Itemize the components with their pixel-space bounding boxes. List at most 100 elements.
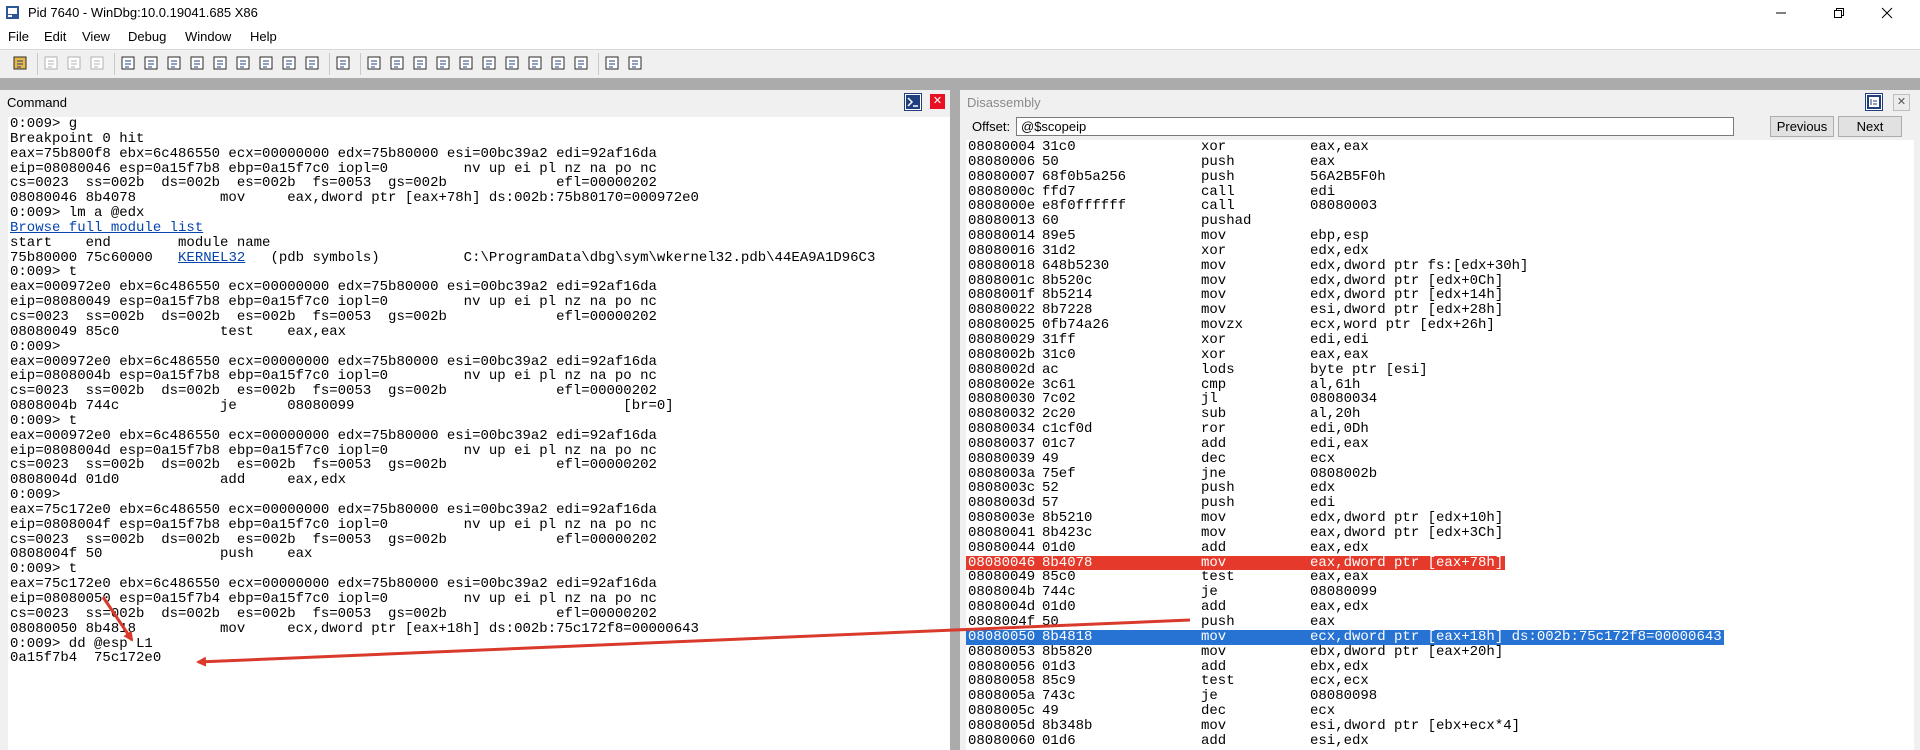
run-to-cursor-icon[interactable] (281, 55, 297, 71)
browse-module-list-link[interactable]: Browse full module list (10, 220, 203, 236)
disassembly-row[interactable]: 0808003e 8b5210 mov edx,dword ptr [edx+10h] (966, 511, 1914, 526)
disassembly-row[interactable]: 08080013 60 pushad (966, 214, 1914, 229)
disassembly-row[interactable]: 08080004 31c0 xor eax,eax (966, 140, 1914, 155)
previous-button[interactable]: Previous (1770, 116, 1834, 137)
menu-debug[interactable]: Debug (128, 29, 166, 44)
locals-window-icon[interactable] (389, 55, 405, 71)
source-mode-toggle-icon[interactable] (550, 55, 566, 71)
command-close-button[interactable]: ✕ (930, 94, 945, 109)
options-icon[interactable] (627, 55, 643, 71)
disassembly-row[interactable]: 08080039 49 dec ecx (966, 451, 1914, 467)
disassembly-row[interactable]: 0808000c ffd7 call edi (966, 184, 1914, 200)
disassembly-row[interactable]: 08080046 8b4078 mov eax,dword ptr [eax+78h] (966, 555, 1914, 571)
registers-window-icon[interactable] (412, 55, 428, 71)
disassembly-row[interactable]: 08080018 648b5230 mov edx,dword ptr fs:[edx… (966, 258, 1914, 274)
disassembly-row[interactable]: 0808002d ac lods byte ptr [esi] (966, 362, 1914, 378)
command-window-icon[interactable] (335, 55, 351, 71)
disassembly-row[interactable]: 08080007 68f0b5a256 push 56A2B5F0h (966, 168, 1914, 185)
disassembly-row[interactable]: 08080049 85c0 test eax,eax (966, 570, 1914, 585)
go-icon[interactable] (120, 55, 136, 71)
disassembly-row[interactable]: 08080006 50 push eax (966, 154, 1914, 170)
disassembly-row[interactable]: 0808004b 744c je 08080099 (966, 585, 1914, 600)
disassembly-row[interactable]: 0808003d 57 push edi (966, 496, 1914, 511)
disassembly-row[interactable]: 08080041 8b423c mov eax,dword ptr [edx+3Ch] (966, 526, 1914, 541)
disassembly-row[interactable]: 08080060 01d6 add esi,edx (966, 733, 1914, 749)
disassembly-row[interactable]: 0808002e 3c61 cmp al,61h (966, 377, 1914, 393)
disassembly-row[interactable]: 0808005c 49 dec ecx (966, 704, 1914, 719)
disassembly-row[interactable]: 08080050 8b4818 mov ecx,dword ptr [eax+18h]… (966, 629, 1914, 645)
watch-window-icon[interactable] (366, 55, 382, 71)
disassembly-row[interactable]: 08080053 8b5820 mov ebx,dword ptr [eax+20h] (966, 643, 1914, 660)
disassembly-address: 08080056 (968, 658, 1036, 675)
disassembly-row[interactable]: 08080034 c1cf0d ror edi,0Dh (966, 422, 1914, 437)
offset-input[interactable]: @$scopeip (1016, 117, 1734, 136)
kernel32-module-link[interactable]: KERNEL32 (178, 250, 245, 266)
menu-window[interactable]: Window (185, 29, 231, 44)
next-button[interactable]: Next (1838, 116, 1902, 137)
cut-icon[interactable] (43, 55, 59, 71)
call-stack-icon[interactable] (458, 55, 474, 71)
disassembly-operands: edx (1310, 480, 1336, 497)
command-prompt-icon[interactable] (904, 93, 922, 111)
scratch-pad-icon[interactable] (504, 55, 520, 71)
disassembly-row[interactable]: 0808001c 8b520c mov edx,dword ptr [edx+0Ch] (966, 273, 1914, 289)
menu-edit[interactable]: Edit (44, 29, 66, 44)
disassembly-row[interactable]: 0808003a 75ef jne 0808002b (966, 466, 1914, 482)
disassembly-window-icon[interactable] (1865, 93, 1883, 111)
disassembly-row[interactable]: 08080025 0fb74a26 movzx ecx,word ptr [edx+2… (966, 318, 1914, 333)
disassembly-row[interactable]: 08080037 01c7 add edi,eax (966, 437, 1914, 452)
memory-window-icon[interactable] (435, 55, 451, 71)
disassembly-row[interactable]: 0808003c 52 push edx (966, 481, 1914, 496)
disassembly-row[interactable]: 0808002b 31c0 xor eax,eax (966, 347, 1914, 363)
step-into-icon[interactable] (212, 55, 228, 71)
font-icon[interactable] (604, 55, 620, 71)
command-output-line: 0808004b 744c je 08080099 [br=0] (10, 398, 674, 415)
disassembly-mnemonic: add (1201, 435, 1227, 452)
disassembly-opcode-bytes: 8b5820 (1042, 643, 1093, 660)
restore-button[interactable] (1816, 0, 1862, 26)
disassembly-row[interactable]: 08080030 7c02 jl 08080034 (966, 392, 1914, 407)
break-icon[interactable] (189, 55, 205, 71)
disassembly-row[interactable]: 08080014 89e5 mov ebp,esp (966, 229, 1914, 244)
disassembly-row[interactable]: 08080016 31d2 xor edx,edx (966, 244, 1914, 259)
step-out-icon[interactable] (258, 55, 274, 71)
disassembly-row[interactable]: 08080022 8b7228 mov esi,dword ptr [edx+28h] (966, 303, 1914, 318)
disassembly-row[interactable]: 0808005a 743c je 08080098 (966, 689, 1914, 704)
menu-help[interactable]: Help (250, 29, 277, 44)
hex-mode-icon[interactable] (573, 55, 589, 71)
command-output[interactable]: 0:009> g Breakpoint 0 hit eax=75b800f8 ebx… (8, 117, 950, 750)
disassembly-row[interactable]: 08080058 85c9 test ecx,ecx (966, 674, 1914, 689)
disassembly-opcode-bytes: 68f0b5a256 (1042, 168, 1127, 185)
processes-threads-icon[interactable] (527, 55, 543, 71)
disassembly-list[interactable]: 08080004 31c0 xor eax,eax 08080006 50 push eax 0… (966, 140, 1914, 750)
disassembly-row[interactable]: 0808004f 50 push eax (966, 615, 1914, 630)
menu-view[interactable]: View (82, 29, 110, 44)
step-over-icon[interactable] (235, 55, 251, 71)
disassembly-row[interactable]: 0808005d 8b348b mov esi,dword ptr [ebx+ecx*… (966, 719, 1914, 734)
open-icon[interactable] (12, 55, 28, 71)
disassembly-row[interactable]: 0808001f 8b5214 mov edx,dword ptr [edx+14h] (966, 288, 1914, 303)
disassembly-row[interactable]: 08080044 01d0 add eax,edx (966, 540, 1914, 556)
disassembly-operands: edi,eax (1310, 435, 1369, 452)
minimize-button[interactable] (1758, 0, 1804, 26)
disassembly-mnemonic: test (1201, 673, 1235, 690)
menu-file[interactable]: File (8, 29, 29, 44)
paste-icon[interactable] (89, 55, 105, 71)
disassembly-mnemonic: movzx (1201, 317, 1244, 334)
command-output-line: eip=08080049 esp=0a15f7b8 ebp=0a15f7c0 i… (10, 294, 657, 311)
stop-debugging-icon[interactable] (166, 55, 182, 71)
disassembly-opcode-bytes: 31c0 (1042, 140, 1076, 155)
disassembly-row[interactable]: 0808000e e8f0ffffff call 08080003 (966, 199, 1914, 214)
close-button[interactable] (1864, 0, 1910, 26)
disassembly-row[interactable]: 08080056 01d3 add ebx,edx (966, 658, 1914, 675)
disassembly-row[interactable]: 08080032 2c20 sub al,20h (966, 407, 1914, 422)
disassembly-address: 08080032 (968, 406, 1036, 423)
disassembly-close-button[interactable]: ✕ (1893, 94, 1910, 111)
copy-icon[interactable] (66, 55, 82, 71)
disassembly-operands: eax,eax (1310, 140, 1369, 155)
source-mode-icon[interactable] (304, 55, 320, 71)
disassembly-window-icon[interactable] (481, 55, 497, 71)
disassembly-row[interactable]: 08080029 31ff xor edi,edi (966, 333, 1914, 348)
disassembly-row[interactable]: 0808004d 01d0 add eax,edx (966, 600, 1914, 615)
restart-icon[interactable] (143, 55, 159, 71)
